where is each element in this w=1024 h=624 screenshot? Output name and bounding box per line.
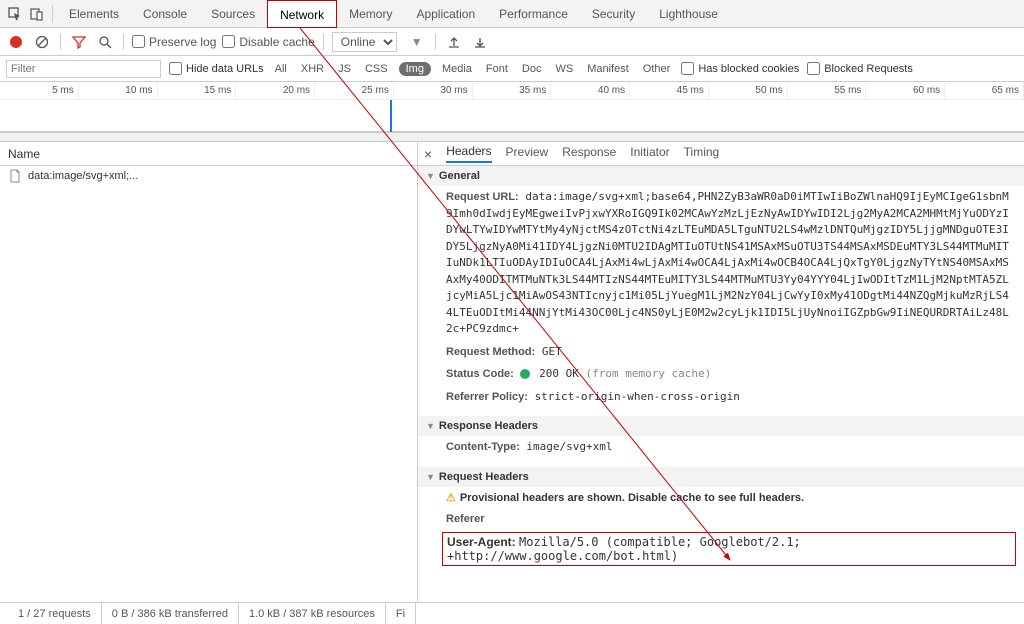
timeline-tick: 60 ms [866,82,945,99]
timeline-tick: 30 ms [394,82,473,99]
tab-initiator[interactable]: Initiator [630,145,669,162]
throttling-select[interactable]: Online [332,32,397,52]
columns-header: Name × Headers Preview Response Initiato… [0,142,1024,166]
search-icon[interactable] [95,32,115,52]
tab-response[interactable]: Response [562,145,616,162]
timeline-tick: 50 ms [709,82,788,99]
section-response-headers[interactable]: ▼Response Headers [418,416,1024,436]
filter-type-img[interactable]: Img [399,62,431,76]
referer-row: Referer [418,508,1024,531]
timeline-tick: 55 ms [788,82,867,99]
status-transferred: 0 B / 386 kB transferred [102,603,239,624]
timeline-tick: 20 ms [236,82,315,99]
inspect-icon[interactable] [4,3,26,25]
filter-input[interactable] [6,60,161,78]
filter-type-css[interactable]: CSS [362,62,391,76]
provisional-warning: ⚠Provisional headers are shown. Disable … [418,487,1024,508]
tab-memory[interactable]: Memory [337,0,404,28]
status-code-row: Status Code: 200 OK (from memory cache) [418,363,1024,386]
section-general[interactable]: ▼General [418,166,1024,186]
filter-type-font[interactable]: Font [483,62,511,76]
filter-type-all[interactable]: All [272,62,290,76]
status-requests: 1 / 27 requests [8,603,102,624]
tab-security[interactable]: Security [580,0,647,28]
tab-performance[interactable]: Performance [487,0,580,28]
record-button[interactable] [6,32,26,52]
network-conditions-icon[interactable]: ▼ [407,32,427,52]
status-resources: 1.0 kB / 387 kB resources [239,603,386,624]
device-toggle-icon[interactable] [26,3,48,25]
status-finish: Fi [386,603,416,624]
content-type-row: Content-Type: image/svg+xml [418,436,1024,459]
warning-icon: ⚠ [446,492,456,504]
preserve-log-checkbox[interactable]: Preserve log [132,35,216,49]
clear-icon[interactable] [32,32,52,52]
chevron-down-icon: ▼ [426,171,435,181]
filter-type-media[interactable]: Media [439,62,475,76]
timeline-tick: 25 ms [315,82,394,99]
tab-application[interactable]: Application [404,0,487,28]
tab-timing[interactable]: Timing [684,145,720,162]
request-row[interactable]: data:image/svg+xml;... [0,166,417,186]
tab-headers[interactable]: Headers [446,144,491,163]
status-dot-icon [520,369,530,379]
timeline-tick: 15 ms [158,82,237,99]
timeline-tick: 40 ms [551,82,630,99]
upload-har-icon[interactable] [444,32,464,52]
timeline-tick: 35 ms [473,82,552,99]
tab-sources[interactable]: Sources [199,0,267,28]
timeline-tick: 10 ms [79,82,158,99]
timeline-tick: 65 ms [945,82,1024,99]
name-column-header[interactable]: Name [0,142,418,165]
section-request-headers[interactable]: ▼Request Headers [418,467,1024,487]
has-blocked-cookies-checkbox[interactable]: Has blocked cookies [681,62,799,75]
hide-data-urls-checkbox[interactable]: Hide data URLs [169,62,264,75]
timeline-ticks: 5 ms 10 ms 15 ms 20 ms 25 ms 30 ms 35 ms… [0,82,1024,100]
filter-type-xhr[interactable]: XHR [298,62,327,76]
filter-bar: Hide data URLs All XHR JS CSS Img Media … [0,56,1024,82]
headers-panel: ▼General Request URL: data:image/svg+xml… [418,166,1024,602]
filter-type-ws[interactable]: WS [552,62,576,76]
request-method-row: Request Method: GET [418,341,1024,364]
disable-cache-checkbox[interactable]: Disable cache [222,35,314,49]
chevron-down-icon: ▼ [426,472,435,482]
divider [0,132,1024,142]
request-list: data:image/svg+xml;... [0,166,418,602]
devtools-top-tabs: Elements Console Sources Network Memory … [0,0,1024,28]
request-url-row: Request URL: data:image/svg+xml;base64,P… [418,186,1024,341]
network-toolbar: Preserve log Disable cache Online ▼ [0,28,1024,56]
filter-icon[interactable] [69,32,89,52]
file-icon [8,169,22,183]
tab-console[interactable]: Console [131,0,199,28]
filter-type-doc[interactable]: Doc [519,62,545,76]
blocked-requests-checkbox[interactable]: Blocked Requests [807,62,913,75]
tab-preview[interactable]: Preview [506,145,549,162]
filter-type-manifest[interactable]: Manifest [584,62,632,76]
user-agent-row: User-Agent: Mozilla/5.0 (compatible; Goo… [442,532,1016,566]
timeline-tick: 45 ms [630,82,709,99]
filter-type-js[interactable]: JS [335,62,354,76]
timeline[interactable]: 5 ms 10 ms 15 ms 20 ms 25 ms 30 ms 35 ms… [0,82,1024,132]
close-icon[interactable]: × [424,146,432,162]
timeline-tick: 5 ms [0,82,79,99]
tab-network[interactable]: Network [267,0,337,28]
referrer-policy-row: Referrer Policy: strict-origin-when-cros… [418,386,1024,409]
filter-type-other[interactable]: Other [640,62,674,76]
tab-lighthouse[interactable]: Lighthouse [647,0,730,28]
request-name: data:image/svg+xml;... [28,170,138,182]
chevron-down-icon: ▼ [426,421,435,431]
status-bar: 1 / 27 requests 0 B / 386 kB transferred… [0,602,1024,624]
timeline-marker [390,100,392,132]
download-har-icon[interactable] [470,32,490,52]
tab-elements[interactable]: Elements [57,0,131,28]
details-tabs: × Headers Preview Response Initiator Tim… [418,142,1024,165]
